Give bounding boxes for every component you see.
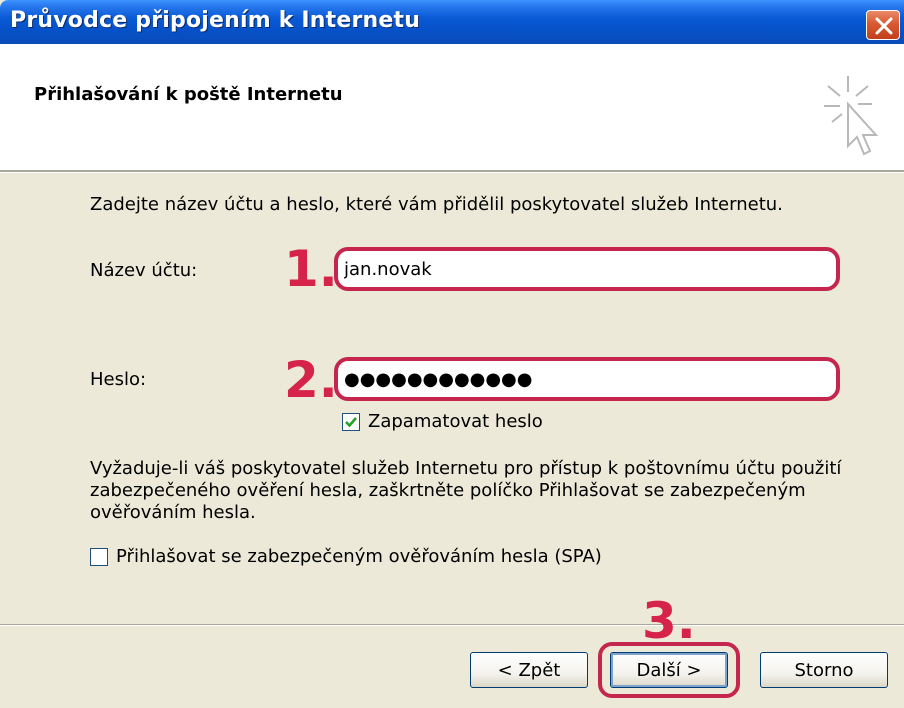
spa-note-text: Vyžaduje-li váš poskytovatel služeb Inte…: [90, 458, 842, 523]
intro-text: Zadejte název účtu a heslo, které vám př…: [90, 194, 783, 215]
next-button[interactable]: Další >: [610, 652, 728, 688]
spa-checkbox[interactable]: [90, 548, 108, 566]
cancel-button[interactable]: Storno: [760, 652, 888, 688]
step-3-marker: 3.: [642, 592, 696, 650]
header-divider: [0, 170, 904, 173]
password-input[interactable]: [344, 364, 830, 394]
account-name-input[interactable]: [344, 254, 830, 284]
title-bar[interactable]: Průvodce připojením k Internetu: [0, 0, 904, 44]
spa-label[interactable]: Přihlašovat se zabezpečeným ověřováním h…: [116, 546, 602, 567]
wizard-window: Průvodce připojením k Internetu Přihlašo…: [0, 0, 904, 708]
account-name-label: Název účtu:: [90, 260, 198, 281]
page-title: Přihlašování k poště Internetu: [34, 84, 343, 105]
window-title: Průvodce připojením k Internetu: [10, 8, 421, 33]
footer-divider: [0, 624, 904, 626]
remember-password-label[interactable]: Zapamatovat heslo: [368, 411, 543, 432]
back-button[interactable]: < Zpět: [470, 652, 588, 688]
wizard-cursor-icon: [824, 76, 879, 156]
wizard-header: Přihlašování k poště Internetu: [0, 44, 904, 170]
step-2-marker: 2.: [284, 351, 338, 409]
checkmark-icon: [345, 417, 357, 428]
step-1-marker: 1.: [284, 240, 338, 298]
close-button[interactable]: [866, 10, 900, 40]
password-label: Heslo:: [90, 369, 147, 390]
remember-password-checkbox[interactable]: [342, 413, 360, 431]
close-icon: [875, 17, 893, 35]
